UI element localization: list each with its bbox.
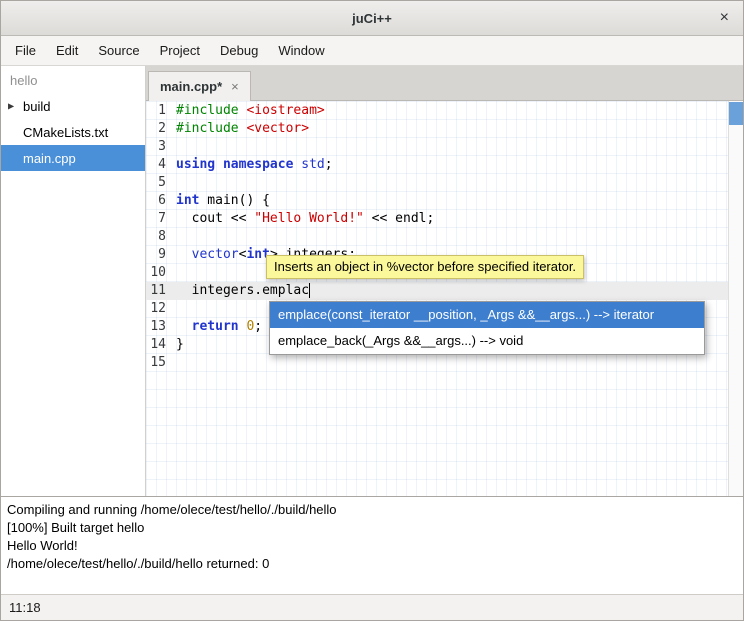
line-number: 14 [146,336,174,354]
line-number: 15 [146,354,174,372]
code-line[interactable]: 5 [146,174,728,192]
code-text: integers.emplac [174,282,310,300]
code-line[interactable]: 7 cout << "Hello World!" << endl; [146,210,728,228]
tree-item-label: CMakeLists.txt [23,125,108,140]
tree-item-build[interactable]: ▶ build [1,93,145,119]
doc-tooltip: Inserts an object in %vector before spec… [266,255,584,279]
text-cursor [309,283,310,298]
menu-item-file[interactable]: File [5,38,46,63]
code-line[interactable]: 11 integers.emplac [146,282,728,300]
code-editor[interactable]: 1#include <iostream>2#include <vector>34… [146,101,728,496]
output-line: Compiling and running /home/olece/test/h… [7,501,737,519]
line-number: 10 [146,264,174,282]
line-number: 7 [146,210,174,228]
tree-item-main-cpp[interactable]: main.cpp [1,145,145,171]
editor-area: 1#include <iostream>2#include <vector>34… [146,101,743,496]
menu-item-debug[interactable]: Debug [210,38,268,63]
menubar: FileEditSourceProjectDebugWindow [1,36,743,66]
code-line[interactable]: 3 [146,138,728,156]
line-number: 3 [146,138,174,156]
file-tree: ▶ build CMakeLists.txt main.cpp [1,93,145,171]
line-number: 13 [146,318,174,336]
code-line[interactable]: 15 [146,354,728,372]
menu-item-window[interactable]: Window [268,38,334,63]
tabbar: main.cpp* × [146,66,743,101]
line-number: 12 [146,300,174,318]
completion-popup: emplace(const_iterator __position, _Args… [269,301,705,355]
menu-item-project[interactable]: Project [150,38,210,63]
code-text [174,354,176,372]
line-number: 2 [146,120,174,138]
output-line: Hello World! [7,537,737,555]
titlebar: juCi++ × [1,1,743,36]
line-number: 4 [146,156,174,174]
sidebar: hello ▶ build CMakeLists.txt main.cpp [1,66,146,496]
code-text: using namespace std; [174,156,333,174]
statusbar: 11:18 [1,594,743,620]
code-text [174,228,176,246]
menu-item-source[interactable]: Source [88,38,149,63]
tree-item-label: build [23,99,50,114]
tab-close-icon[interactable]: × [231,79,239,94]
tree-item-label: main.cpp [23,151,76,166]
code-text [174,300,176,318]
tab-main-cpp[interactable]: main.cpp* × [148,71,251,101]
line-number: 8 [146,228,174,246]
close-icon[interactable]: × [720,9,729,27]
expander-icon[interactable]: ▶ [8,102,14,111]
line-number: 5 [146,174,174,192]
status-time: 11:18 [9,600,41,615]
completion-item[interactable]: emplace(const_iterator __position, _Args… [270,302,704,328]
vertical-scrollbar[interactable] [728,101,743,496]
output-line: /home/olece/test/hello/./build/hello ret… [7,555,737,573]
code-text [174,174,176,192]
code-line[interactable]: 1#include <iostream> [146,102,728,120]
code-line[interactable]: 2#include <vector> [146,120,728,138]
line-number: 9 [146,246,174,264]
code-text [174,138,176,156]
window-title: juCi++ [352,11,392,26]
code-text: return 0; [174,318,262,336]
code-line[interactable]: 8 [146,228,728,246]
line-number: 11 [146,282,174,300]
editor-content: main.cpp* × 1#include <iostream>2#includ… [146,66,743,496]
code-text [174,264,176,282]
line-number: 1 [146,102,174,120]
code-text: int main() { [174,192,270,210]
project-name: hello [1,66,145,93]
code-text: #include <vector> [174,120,309,138]
main-area: hello ▶ build CMakeLists.txt main.cpp main.… [1,66,743,496]
app-window: juCi++ × FileEditSourceProjectDebugWindo… [0,0,744,621]
line-number: 6 [146,192,174,210]
output-panel: Compiling and running /home/olece/test/h… [1,496,743,594]
code-text: cout << "Hello World!" << endl; [174,210,434,228]
code-text: #include <iostream> [174,102,325,120]
output-line: [100%] Built target hello [7,519,737,537]
menu-item-edit[interactable]: Edit [46,38,88,63]
code-line[interactable]: 4using namespace std; [146,156,728,174]
completion-item[interactable]: emplace_back(_Args &&__args...) --> void [270,328,704,354]
code-line[interactable]: 6int main() { [146,192,728,210]
code-text: } [174,336,184,354]
tree-item-cmakelists-txt[interactable]: CMakeLists.txt [1,119,145,145]
scrollbar-thumb[interactable] [729,102,743,125]
tab-label: main.cpp* [160,79,222,94]
